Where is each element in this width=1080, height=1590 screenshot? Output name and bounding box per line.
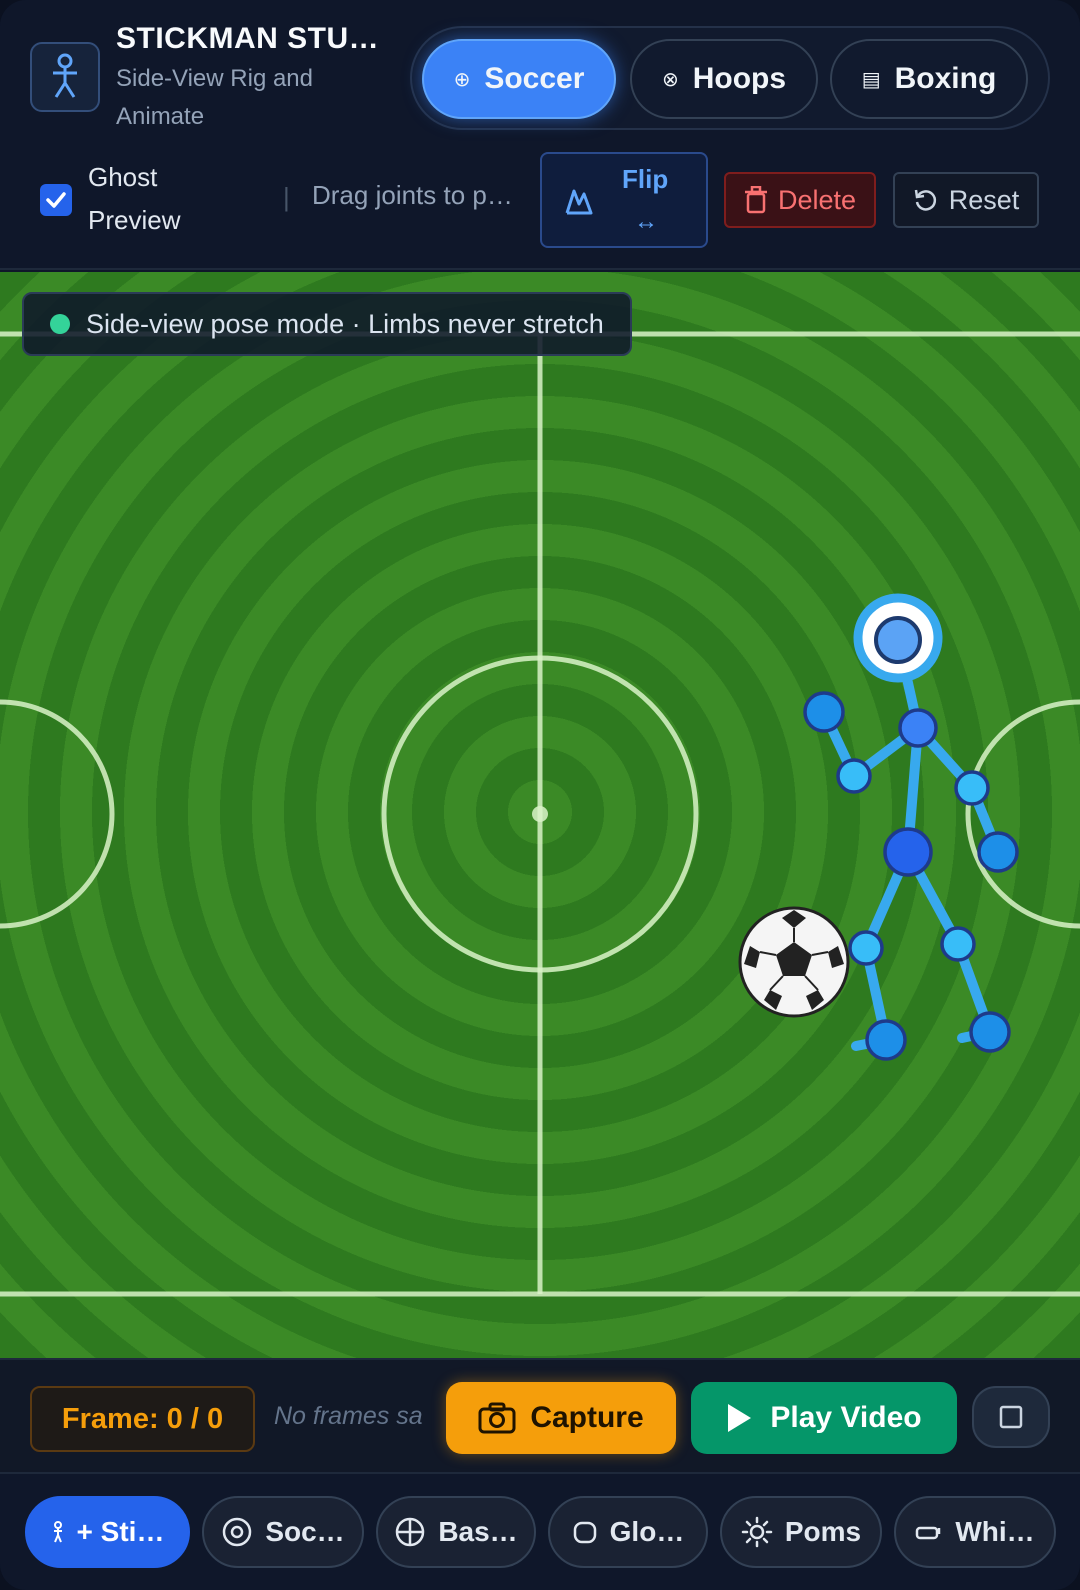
app-subtitle: Side-View Rig and Animate [116,65,314,130]
stickman-icon [53,1521,62,1543]
camera-icon [478,1402,516,1434]
status-dot [50,314,70,334]
add-basketball-label: Bas… [438,1516,518,1547]
reset-button[interactable]: Reset [893,172,1039,228]
capture-label: Capture [530,1401,644,1434]
add-soccer-ball-button[interactable]: Soc… [202,1496,364,1568]
play-icon [728,1404,752,1432]
reset-icon [914,189,936,211]
whistle-icon [916,1526,941,1540]
add-basketball-button[interactable]: Bas… [376,1496,536,1568]
app-title: STICKMAN STU… [116,22,380,55]
soccer-field-canvas[interactable]: Side-view pose mode · Limbs never stretc… [0,272,1080,1358]
glove-icon [573,1521,596,1544]
add-poms-button[interactable]: Poms [720,1496,882,1568]
mode-boxing-label: Boxing [894,62,997,95]
reset-label: Reset [948,184,1020,215]
flip-label: Flip [622,164,669,194]
pose-mode-status: Side-view pose mode · Limbs never stretc… [22,292,632,356]
header: STICKMAN STU… Side-View Rig and Animate … [0,0,1080,270]
boxing-icon: ▤ [861,68,881,91]
flip-icon [565,189,593,215]
target-icon [223,1517,252,1547]
play-video-label: Play Video [770,1401,922,1434]
app-window: STICKMAN STU… Side-View Rig and Animate … [0,0,1080,1590]
mode-hoops-button[interactable]: ⊗ Hoops [630,39,818,119]
soccer-ball[interactable] [734,902,854,1022]
flip-arrow-icon: ↔ [634,208,658,235]
drag-hint: Drag joints to p… [312,180,513,210]
ghost-preview-label: Ghost Preview [88,162,181,235]
stickman-logo-icon [53,53,77,98]
add-poms-label: Poms [784,1516,862,1547]
trash-icon [744,186,767,214]
sun-icon [741,1516,773,1548]
basketball-icon: ⊗ [661,68,679,91]
add-soccer-ball-label: Soc… [265,1516,345,1547]
play-video-button[interactable]: Play Video [691,1382,957,1454]
mode-soccer-button[interactable]: ⊕ Soccer [422,39,616,119]
add-stickman-label: + Sti… [76,1516,165,1547]
stop-icon [999,1405,1023,1429]
add-glove-label: Glo… [609,1516,685,1547]
add-whistle-button[interactable]: Whi… [894,1496,1056,1568]
timeline-bar: Frame: 0 / 0 No frames sa Capture Play V… [0,1358,1080,1474]
divider: | [283,182,290,212]
app-logo [30,42,100,112]
delete-label: Delete [777,184,857,215]
mode-hoops-label: Hoops [692,62,787,95]
frame-counter: Frame: 0 / 0 [30,1386,255,1452]
check-icon [46,192,66,208]
field-markings [0,331,1080,1297]
add-glove-button[interactable]: Glo… [548,1496,708,1568]
ghost-preview-checkbox[interactable] [40,184,72,216]
delete-button[interactable]: Delete [724,172,876,228]
basketball-icon [396,1517,425,1547]
no-frames-text: No frames sa [274,1402,423,1430]
soccer-icon: ⊕ [453,68,471,91]
stop-button[interactable] [972,1386,1050,1448]
add-stickman-button[interactable]: + Sti… [25,1496,190,1568]
mode-soccer-label: Soccer [484,62,585,95]
add-whistle-label: Whi… [955,1516,1035,1547]
flip-button[interactable]: Flip ↔ [540,152,708,248]
tool-strip: + Sti… Soc… Bas… Glo… Poms Whi… [0,1476,1080,1590]
capture-button[interactable]: Capture [446,1382,676,1454]
pose-mode-status-text: Side-view pose mode · Limbs never stretc… [86,308,604,339]
mode-boxing-button[interactable]: ▤ Boxing [830,39,1028,119]
mode-selector: ⊕ Soccer ⊗ Hoops ▤ Boxing [410,26,1050,130]
